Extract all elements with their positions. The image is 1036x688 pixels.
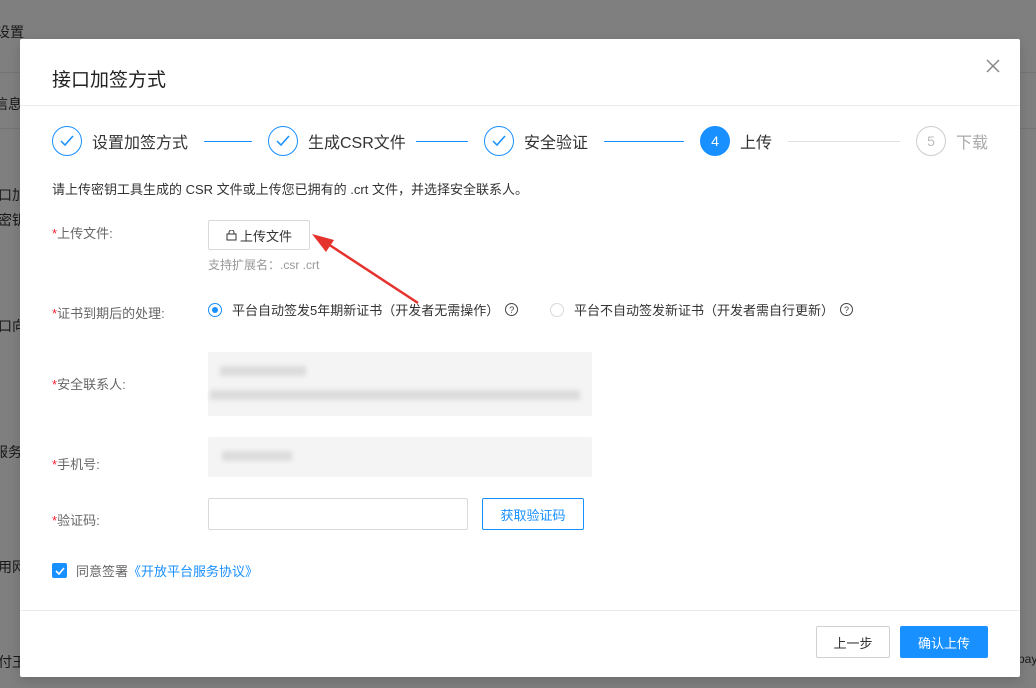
upload-description: 请上传密钥工具生成的 CSR 文件或上传您已拥有的 .crt 文件，并选择安全联… [52,182,528,197]
code-label: *验证码: [52,513,100,528]
check-icon [484,126,514,156]
upload-label: *上传文件: [52,226,113,241]
dialog-title: 接口加签方式 [52,70,167,91]
expiry-option-label: 平台不自动签发新证书（开发者需自行更新） [574,303,835,318]
expiry-label: *证书到期后的处理: [52,306,165,321]
header-divider [20,105,1020,106]
step-label: 生成CSR文件 [308,135,406,152]
step-connector [416,141,468,142]
contact-selector-redacted[interactable] [208,352,592,416]
modal-dialog: 接口加签方式 设置加签方式 生成CSR文件 安全验证 4 上传 5 下载 请上传… [20,39,1020,677]
contact-label: *安全联系人: [52,377,126,392]
step-label: 下载 [956,135,989,152]
step-label: 设置加签方式 [92,135,189,152]
upload-file-button[interactable]: 上传文件 [208,220,310,250]
expiry-option-auto[interactable]: 平台自动签发5年期新证书（开发者无需操作） ? [208,300,519,319]
confirm-upload-button[interactable]: 确认上传 [900,626,988,658]
verification-code-input[interactable] [208,498,468,530]
close-icon[interactable] [982,55,1004,77]
check-icon [268,126,298,156]
step-connector [788,141,900,142]
previous-button[interactable]: 上一步 [816,626,890,658]
upload-button-label: 上传文件 [239,228,292,244]
step-number: 4 [700,126,730,156]
lock-icon [226,229,237,240]
step-connector [604,141,684,142]
phone-label: *手机号: [52,457,100,472]
step-3: 安全验证 [484,125,588,157]
step-1: 设置加签方式 [52,125,188,157]
footer-divider [20,610,1020,611]
step-2: 生成CSR文件 [268,125,406,157]
expiry-option-manual[interactable]: 平台不自动签发新证书（开发者需自行更新） ? [550,300,854,319]
question-circle-icon[interactable]: ? [840,303,854,316]
radio-selected-icon[interactable] [208,302,222,317]
radio-icon[interactable] [550,302,564,317]
upload-hint: 支持扩展名：.csr .crt [208,258,320,272]
step-label: 上传 [740,135,773,152]
step-4: 4 上传 [700,125,772,157]
agreement-prefix: 同意签署 [76,564,129,579]
check-icon [52,126,82,156]
step-number: 5 [916,126,946,156]
question-circle-icon[interactable]: ? [505,303,519,316]
agreement-row: 同意签署 《开放平台服务协议》 [52,561,258,580]
checkbox-checked-icon[interactable] [52,563,67,578]
step-5: 5 下载 [916,125,988,157]
phone-value-redacted [208,437,592,477]
step-label: 安全验证 [524,135,589,152]
agreement-link[interactable]: 《开放平台服务协议》 [128,561,258,580]
step-connector [204,141,252,142]
get-code-button[interactable]: 获取验证码 [482,498,584,530]
expiry-option-label: 平台自动签发5年期新证书（开发者无需操作） [232,303,500,318]
